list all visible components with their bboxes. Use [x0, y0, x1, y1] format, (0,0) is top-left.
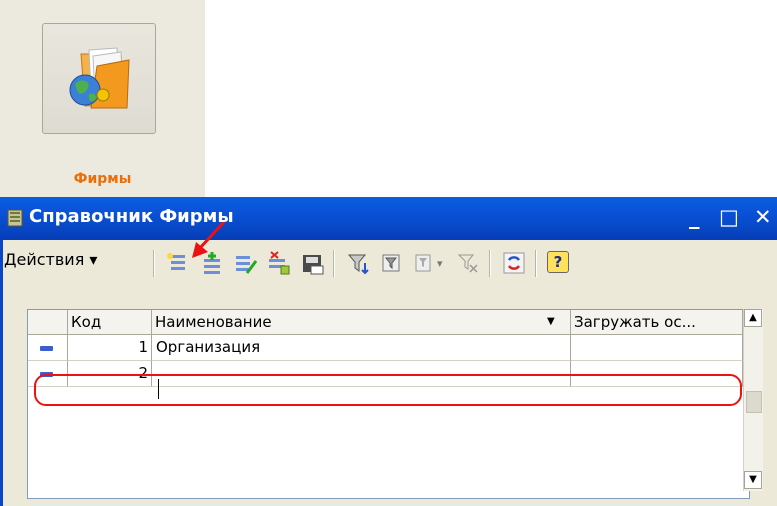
toolbar-separator: [333, 250, 335, 277]
firms-launcher-label: Фирмы: [73, 171, 132, 187]
column-header-name[interactable]: Наименование ▼: [152, 310, 571, 335]
actions-label: Действия: [4, 250, 85, 269]
catalog-window: Справочник Фирмы _ □ ✕ Действия ▾ ▾ ? Ко…: [0, 197, 777, 506]
chevron-down-icon: ▾: [89, 250, 98, 269]
column-header-name-label: Наименование: [155, 313, 272, 331]
table-cell-load[interactable]: [571, 335, 743, 361]
edit-item-icon[interactable]: [234, 251, 258, 275]
catalog-icon: [7, 209, 23, 227]
close-button[interactable]: ✕: [754, 206, 772, 228]
maximize-button[interactable]: □: [719, 206, 739, 228]
actions-menu-button[interactable]: Действия ▾: [4, 250, 97, 269]
minimize-button[interactable]: _: [689, 206, 700, 228]
filter-history-dropdown-icon[interactable]: ▾: [437, 257, 443, 270]
toolbar-separator: [153, 250, 155, 277]
window-titlebar[interactable]: Справочник Фирмы _ □ ✕: [0, 197, 777, 240]
annotation-highlight-row: [34, 374, 742, 406]
sort-desc-icon: ▼: [547, 316, 555, 327]
scroll-down-button[interactable]: ▼: [744, 471, 762, 489]
table-cell-code[interactable]: 1: [68, 335, 152, 361]
toolbar-separator: [489, 250, 491, 277]
annotation-arrow-icon: [192, 222, 226, 258]
vertical-scrollbar[interactable]: ▲ ▼: [743, 309, 763, 491]
help-button[interactable]: ?: [547, 251, 569, 273]
column-header-load[interactable]: Загружать ос...: [571, 310, 743, 335]
delete-mark-icon[interactable]: [267, 251, 291, 275]
toolbar-separator: [535, 250, 537, 277]
folder-globe-icon: [69, 47, 130, 109]
filter-by-value-icon[interactable]: [380, 251, 404, 275]
help-icon: ?: [553, 253, 563, 271]
save-ok-icon[interactable]: [300, 251, 324, 275]
window-border-left: [0, 240, 3, 506]
toolbar: Действия ▾ ▾ ?: [0, 240, 777, 289]
scroll-up-button[interactable]: ▲: [744, 309, 762, 327]
row-item-icon: [40, 346, 53, 351]
column-header-code[interactable]: Код: [68, 310, 152, 335]
text-cursor: [158, 379, 159, 399]
clear-filter-icon[interactable]: [456, 251, 480, 275]
filter-set-icon[interactable]: [346, 251, 370, 275]
filter-history-icon[interactable]: [413, 251, 437, 275]
launcher-panel: Фирмы: [0, 0, 205, 197]
table-row-marker[interactable]: [28, 335, 68, 361]
refresh-icon[interactable]: [502, 251, 526, 275]
firms-launch-button[interactable]: [42, 23, 156, 134]
table-cell-name[interactable]: Организация: [152, 335, 571, 361]
column-header-marker: [28, 310, 68, 335]
scroll-thumb[interactable]: [746, 391, 762, 413]
